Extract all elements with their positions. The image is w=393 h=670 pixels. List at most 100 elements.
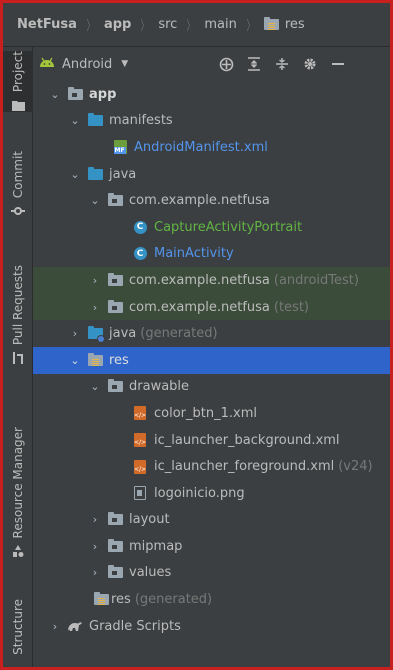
tree-item-label: AndroidManifest.xml	[134, 139, 268, 155]
tree-item-logo[interactable]: logoinicio.png	[33, 480, 390, 507]
tree-item-label: CaptureActivityPortrait	[154, 219, 303, 235]
breadcrumb-separator-icon: 〉	[86, 19, 95, 34]
xml-file-icon	[132, 406, 148, 421]
package-icon	[107, 299, 123, 314]
strip-item-label: Commit	[11, 151, 25, 199]
folder-blue-icon	[87, 113, 103, 128]
strip-item-pull-requests[interactable]: Pull Requests	[3, 265, 33, 365]
tree-item-main-activity[interactable]: C MainActivity	[33, 241, 390, 268]
breadcrumb-separator-icon: 〉	[186, 19, 195, 34]
chevron-right-icon[interactable]: ›	[88, 540, 102, 553]
tree-item-android-manifest[interactable]: MF AndroidManifest.xml	[33, 134, 390, 161]
chevron-down-icon[interactable]: ⌄	[48, 88, 62, 101]
class-icon: C	[132, 247, 148, 261]
tree-item-package-android-test[interactable]: › com.example.netfusa (androidTest)	[33, 267, 390, 294]
tree-item-label: logoinicio.png	[154, 485, 245, 501]
tree-item-suffix: (androidTest)	[273, 272, 359, 288]
tree-item-drawable[interactable]: ⌄ drawable	[33, 374, 390, 401]
generated-folder-icon	[87, 326, 105, 343]
manifest-file-icon: MF	[112, 140, 128, 155]
image-file-icon	[132, 486, 148, 501]
breadcrumb-item-module[interactable]: app	[104, 17, 131, 32]
tree-item-launcher-background[interactable]: ic_launcher_background.xml	[33, 427, 390, 454]
tree-item-capture-activity[interactable]: C CaptureActivityPortrait	[33, 214, 390, 241]
tree-item-mipmap[interactable]: › mipmap	[33, 533, 390, 560]
res-folder-icon	[264, 17, 280, 32]
strip-item-resource-manager[interactable]: Resource Manager	[3, 427, 33, 558]
gradle-icon	[67, 619, 83, 633]
tree-item-package-test[interactable]: › com.example.netfusa (test)	[33, 293, 390, 321]
strip-item-label: Pull Requests	[11, 265, 25, 346]
tree-item-label: values	[129, 565, 172, 581]
tree-item-label: ic_launcher_foreground.xml	[154, 459, 335, 475]
tree-item-res[interactable]: ⌄ res	[33, 346, 390, 374]
chevron-down-icon[interactable]: ⌄	[68, 168, 82, 181]
res-folder-icon	[87, 352, 103, 367]
tool-window-strip: Project Commit Pull Requests Resource Ma…	[3, 47, 33, 667]
tree-item-java[interactable]: ⌄ java	[33, 161, 390, 188]
tree-item-label: res	[109, 352, 129, 368]
commit-icon	[11, 204, 25, 218]
chevron-down-icon[interactable]: ⌄	[88, 380, 102, 393]
strip-item-project[interactable]: Project	[3, 51, 33, 113]
breadcrumb-item-src[interactable]: src	[158, 17, 177, 32]
chevron-right-icon[interactable]: ›	[88, 566, 102, 579]
tree-item-res-generated[interactable]: res (generated)	[33, 586, 390, 613]
package-icon	[107, 379, 123, 394]
tree-item-label: color_btn_1.xml	[154, 405, 257, 421]
tree-item-package-main[interactable]: ⌄ com.example.netfusa	[33, 187, 390, 214]
breadcrumb-item-main[interactable]: main	[204, 17, 236, 32]
tree-item-values[interactable]: › values	[33, 560, 390, 587]
minimize-icon[interactable]	[330, 56, 346, 72]
chevron-right-icon[interactable]: ›	[68, 327, 82, 340]
strip-item-label: Project	[11, 51, 25, 93]
tree-item-suffix: (generated)	[140, 326, 218, 342]
tree-item-app[interactable]: ⌄ app	[33, 81, 390, 108]
strip-item-commit[interactable]: Commit	[3, 151, 33, 218]
view-selector-dropdown[interactable]: Android ▼	[39, 57, 128, 72]
tree-item-java-generated[interactable]: › java (generated)	[33, 320, 390, 347]
xml-file-icon	[132, 433, 148, 448]
project-tree: ⌄ app ⌄ manifests MF AndroidManifest.xml…	[33, 81, 390, 639]
chevron-right-icon[interactable]: ›	[88, 513, 102, 526]
tree-item-label: Gradle Scripts	[89, 618, 181, 634]
package-icon	[107, 193, 123, 208]
chevron-right-icon[interactable]: ›	[88, 301, 102, 314]
resource-manager-icon	[11, 544, 25, 558]
tree-item-color-btn[interactable]: color_btn_1.xml	[33, 400, 390, 427]
tree-item-label: MainActivity	[154, 246, 234, 262]
breadcrumb: NetFusa 〉 app 〉 src 〉 main 〉 res	[3, 3, 390, 47]
package-icon	[107, 565, 123, 580]
tree-item-label: java	[109, 166, 137, 182]
strip-item-structure[interactable]: Structure	[3, 599, 33, 655]
tree-item-label: com.example.netfusa	[129, 272, 270, 288]
tree-item-suffix: (test)	[273, 299, 309, 315]
chevron-down-icon[interactable]: ⌄	[88, 194, 102, 207]
tree-item-label: app	[89, 86, 117, 102]
breadcrumb-item-res[interactable]: res	[285, 17, 305, 32]
chevron-down-icon[interactable]: ⌄	[68, 354, 82, 367]
project-panel: Android ▼ ⌄ app ⌄ manifests MF AndroidMa…	[33, 47, 390, 667]
tree-item-label: manifests	[109, 113, 173, 129]
tree-item-gradle-scripts[interactable]: › Gradle Scripts	[33, 613, 390, 640]
collapse-all-icon[interactable]	[274, 56, 290, 72]
package-icon	[107, 512, 123, 527]
strip-item-label: Resource Manager	[11, 427, 25, 539]
tree-item-launcher-foreground[interactable]: ic_launcher_foreground.xml (v24)	[33, 453, 390, 480]
tree-item-label: drawable	[129, 379, 190, 395]
tree-item-manifests[interactable]: ⌄ manifests	[33, 108, 390, 135]
tree-item-label: mipmap	[129, 538, 183, 554]
breadcrumb-item-project[interactable]: NetFusa	[17, 17, 77, 32]
crosshair-icon[interactable]	[218, 56, 234, 72]
tree-item-suffix: (v24)	[338, 459, 373, 475]
chevron-right-icon[interactable]: ›	[48, 620, 62, 633]
gear-icon[interactable]	[302, 56, 318, 72]
chevron-right-icon[interactable]: ›	[88, 274, 102, 287]
tree-item-layout[interactable]: › layout	[33, 507, 390, 534]
panel-toolbar: Android ▼	[33, 47, 390, 81]
breadcrumb-separator-icon: 〉	[140, 19, 149, 34]
chevron-down-icon[interactable]: ⌄	[68, 114, 82, 127]
expand-all-icon[interactable]	[246, 56, 262, 72]
strip-item-label: Structure	[11, 599, 25, 655]
android-icon	[39, 57, 55, 72]
